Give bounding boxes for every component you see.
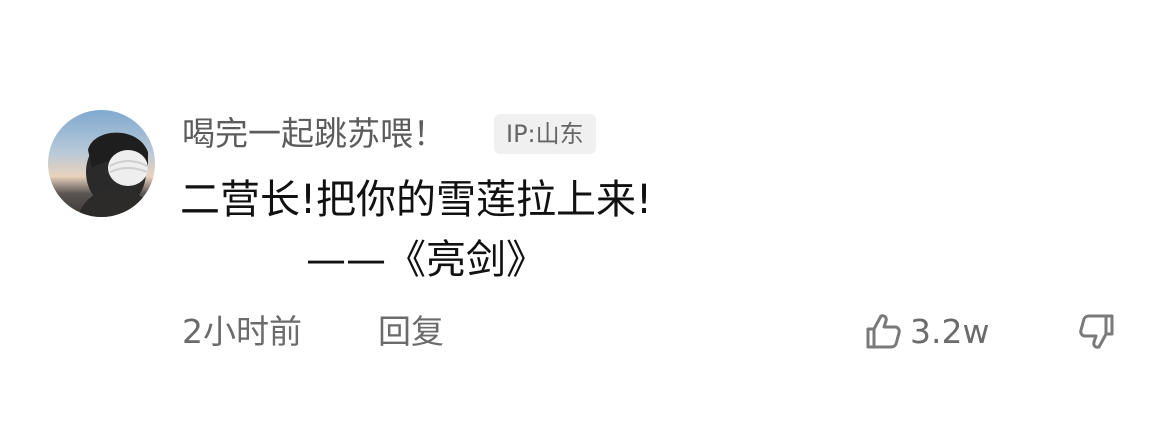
comment-text-line-1: 二营长!把你的雪莲拉上来! — [180, 177, 653, 223]
username[interactable]: 喝完一起跳苏喂！ — [182, 112, 446, 156]
avatar[interactable] — [48, 110, 155, 217]
like-button[interactable]: 3.2w — [862, 310, 989, 354]
reply-button[interactable]: 回复 — [378, 310, 444, 354]
thumbs-down-icon — [1079, 314, 1114, 349]
thumbs-up-icon — [866, 314, 901, 349]
avatar-image — [78, 132, 155, 217]
comment-text-line-2: ——《亮剑》 — [306, 237, 546, 283]
ip-location-badge: IP:山东 — [494, 114, 596, 154]
comment-item: 喝完一起跳苏喂！ IP:山东 二营长!把你的雪莲拉上来! ——《亮剑》 2小时前… — [0, 0, 1170, 439]
like-count: 3.2w — [910, 312, 990, 351]
dislike-button[interactable] — [1076, 310, 1118, 354]
comment-timestamp: 2小时前 — [182, 312, 302, 351]
